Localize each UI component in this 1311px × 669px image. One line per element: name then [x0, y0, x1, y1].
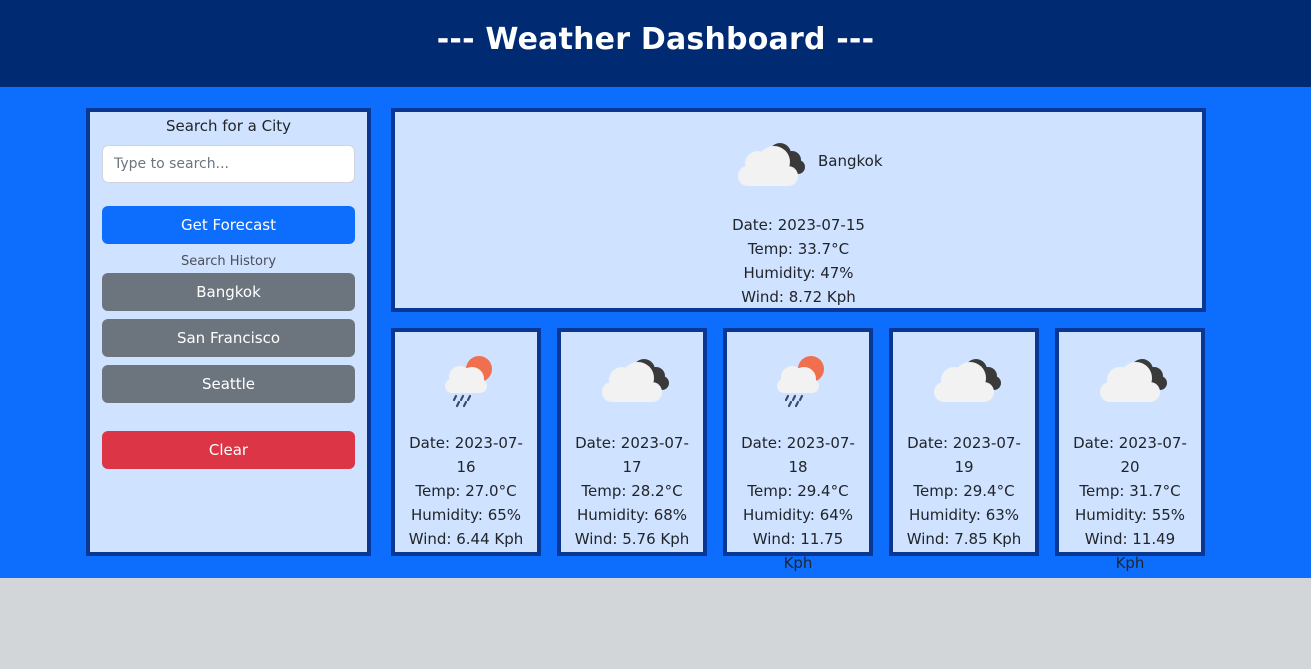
current-wind: Wind: 8.72 Kph — [741, 288, 856, 306]
forecast-date: Date: 2023-07-19 — [907, 434, 1021, 476]
cloudy-icon — [1096, 352, 1170, 408]
forecast-details: Date: 2023-07-19 Temp: 29.4°C Humidity: … — [893, 431, 1035, 551]
forecast-temp: Temp: 29.4°C — [747, 482, 849, 500]
rain-sun-icon — [764, 352, 838, 408]
rain-sun-icon — [432, 352, 506, 408]
forecast-wind: Wind: 11.75 Kph — [752, 530, 844, 572]
forecast-details: Date: 2023-07-17 Temp: 28.2°C Humidity: … — [561, 431, 703, 551]
forecast-details: Date: 2023-07-18 Temp: 29.4°C Humidity: … — [727, 431, 869, 575]
forecast-card: Date: 2023-07-16 Temp: 27.0°C Humidity: … — [391, 328, 541, 556]
forecast-details: Date: 2023-07-20 Temp: 31.7°C Humidity: … — [1059, 431, 1201, 575]
dashboard-main: Search for a City Get Forecast Search Hi… — [0, 87, 1311, 578]
current-humidity: Humidity: 47% — [743, 264, 854, 282]
current-date: Date: 2023-07-15 — [732, 216, 865, 234]
forecast-temp: Temp: 27.0°C — [415, 482, 517, 500]
history-item-seattle[interactable]: Seattle — [102, 365, 355, 403]
forecast-temp: Temp: 29.4°C — [913, 482, 1015, 500]
forecast-humidity: Humidity: 68% — [576, 506, 688, 524]
forecast-temp: Temp: 28.2°C — [581, 482, 683, 500]
forecast-date: Date: 2023-07-20 — [1073, 434, 1187, 476]
clear-button[interactable]: Clear — [102, 431, 355, 469]
forecast-date: Date: 2023-07-18 — [741, 434, 855, 476]
forecast-date: Date: 2023-07-16 — [409, 434, 523, 476]
forecast-wind: Wind: 6.44 Kph — [408, 530, 524, 548]
get-forecast-button[interactable]: Get Forecast — [102, 206, 355, 244]
cloudy-icon — [734, 138, 808, 190]
forecast-wind: Wind: 7.85 Kph — [906, 530, 1022, 548]
forecast-humidity: Humidity: 64% — [742, 506, 854, 524]
search-sidebar: Search for a City Get Forecast Search Hi… — [86, 108, 371, 556]
forecast-temp: Temp: 31.7°C — [1079, 482, 1181, 500]
forecast-wind: Wind: 11.49 Kph — [1084, 530, 1176, 572]
forecast-card: Date: 2023-07-18 Temp: 29.4°C Humidity: … — [723, 328, 873, 572]
forecast-card: Date: 2023-07-19 Temp: 29.4°C Humidity: … — [889, 328, 1039, 556]
search-label: Search for a City — [165, 117, 292, 135]
forecast-card: Date: 2023-07-20 Temp: 31.7°C Humidity: … — [1055, 328, 1205, 572]
forecast-wind: Wind: 5.76 Kph — [574, 530, 690, 548]
forecast-details: Date: 2023-07-16 Temp: 27.0°C Humidity: … — [395, 431, 537, 551]
current-city-name: Bangkok — [818, 152, 883, 170]
search-input[interactable] — [102, 145, 355, 183]
forecast-date: Date: 2023-07-17 — [575, 434, 689, 476]
page-header: --- Weather Dashboard --- — [0, 0, 1311, 87]
forecast-card: Date: 2023-07-17 Temp: 28.2°C Humidity: … — [557, 328, 707, 556]
current-weather-card: Bangkok Date: 2023-07-15 Temp: 33.7°C Hu… — [391, 108, 1206, 312]
forecast-humidity: Humidity: 63% — [908, 506, 1020, 524]
search-history-label: Search History — [180, 254, 277, 269]
history-item-san-francisco[interactable]: San Francisco — [102, 319, 355, 357]
current-temp: Temp: 33.7°C — [747, 240, 850, 258]
cloudy-icon — [930, 352, 1004, 408]
forecast-humidity: Humidity: 55% — [1074, 506, 1186, 524]
history-item-bangkok[interactable]: Bangkok — [102, 273, 355, 311]
cloudy-icon — [598, 352, 672, 408]
forecast-humidity: Humidity: 65% — [410, 506, 522, 524]
page-title: --- Weather Dashboard --- — [436, 22, 875, 57]
current-weather-details: Date: 2023-07-15 Temp: 33.7°C Humidity: … — [395, 213, 1202, 309]
